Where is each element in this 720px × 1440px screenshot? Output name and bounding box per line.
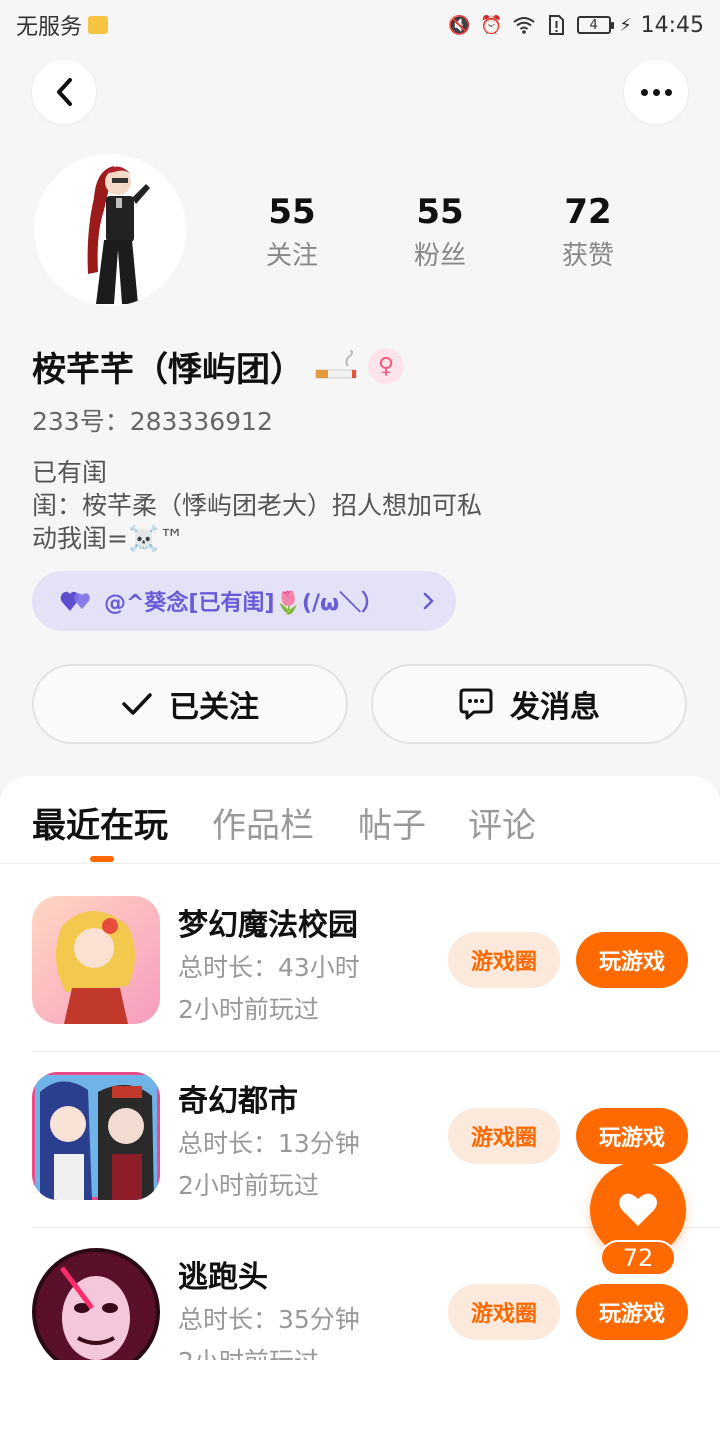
wifi-icon bbox=[512, 14, 535, 36]
content-panel: 最近在玩 作品栏 帖子 评论 梦幻魔法校园 总时长：43小时 2小时前玩过 游戏… bbox=[0, 776, 720, 1440]
username: 桉芊芊（悸屿团） bbox=[32, 349, 304, 390]
female-gender-icon: ♀ bbox=[368, 348, 404, 384]
game-circle-button[interactable]: 游戏圈 bbox=[448, 932, 560, 988]
follow-button-label: 已关注 bbox=[169, 690, 259, 725]
sim-alert-icon bbox=[545, 14, 567, 36]
tab-recently-played[interactable]: 最近在玩 bbox=[32, 798, 168, 847]
chevron-left-icon bbox=[57, 78, 72, 106]
game-duration: 总时长：13分钟 bbox=[178, 1129, 360, 1158]
bio-line: 已有闺 bbox=[32, 458, 108, 487]
tab-comments[interactable]: 评论 bbox=[468, 798, 536, 847]
tab-works[interactable]: 作品栏 bbox=[212, 798, 314, 847]
like-count-badge: 72 bbox=[600, 1240, 676, 1276]
battery-icon: 4 bbox=[576, 16, 614, 34]
play-game-button[interactable]: 玩游戏 bbox=[576, 1284, 688, 1340]
cp-link-pill[interactable]: @^葵念[已有闺]🌷(/ω＼） bbox=[32, 571, 456, 631]
fans-count: 55 bbox=[416, 192, 464, 232]
bio-line: 闺：桉芊柔（悸屿团老大）招人想加可私 bbox=[32, 491, 483, 520]
tab-posts[interactable]: 帖子 bbox=[358, 798, 426, 847]
status-left: 无服务 bbox=[16, 9, 109, 41]
stat-following[interactable]: 55 关注 bbox=[218, 190, 366, 274]
more-dots-icon bbox=[640, 88, 672, 96]
clock-time: 14:45 bbox=[640, 12, 704, 38]
following-count: 55 bbox=[268, 192, 316, 232]
bio-line: 动我闺=☠️™ bbox=[32, 524, 185, 553]
double-heart-icon bbox=[60, 591, 90, 611]
game-list-item[interactable]: 梦幻魔法校园 总时长：43小时 2小时前玩过 游戏圈 玩游戏 bbox=[0, 876, 720, 1052]
sim-card-icon bbox=[88, 16, 109, 34]
game-icon bbox=[32, 896, 160, 1024]
cigarette-badge-icon bbox=[315, 350, 357, 379]
avatar-character-image bbox=[34, 154, 186, 306]
play-game-button[interactable]: 玩游戏 bbox=[576, 1108, 688, 1164]
cp-label: @^葵念[已有闺]🌷(/ω＼） bbox=[104, 591, 384, 616]
chevron-right-icon bbox=[423, 592, 434, 610]
likes-count: 72 bbox=[564, 192, 612, 232]
charging-icon: ⚡ bbox=[619, 14, 632, 36]
game-last-played: 2小时前玩过 bbox=[178, 995, 319, 1024]
more-options-button[interactable] bbox=[624, 60, 688, 124]
carrier-text: 无服务 bbox=[16, 15, 83, 40]
game-title: 奇幻都市 bbox=[178, 1084, 298, 1119]
bottom-blank-area bbox=[0, 1360, 720, 1440]
profile-stats: 55 关注 55 粉丝 72 获赞 bbox=[218, 190, 662, 274]
message-button-label: 发消息 bbox=[510, 690, 600, 725]
play-game-button[interactable]: 玩游戏 bbox=[576, 932, 688, 988]
chat-bubble-icon bbox=[459, 688, 493, 720]
active-tab-indicator bbox=[90, 856, 114, 862]
follow-button[interactable]: 已关注 bbox=[32, 664, 348, 744]
heart-icon bbox=[619, 1193, 657, 1226]
mute-icon: 🔇 bbox=[448, 14, 471, 36]
game-circle-button[interactable]: 游戏圈 bbox=[448, 1108, 560, 1164]
game-circle-button[interactable]: 游戏圈 bbox=[448, 1284, 560, 1340]
bio: 已有闺 闺：桉芊柔（悸屿团老大）招人想加可私 动我闺=☠️™ bbox=[32, 456, 592, 555]
game-duration: 总时长：35分钟 bbox=[178, 1305, 360, 1334]
message-button[interactable]: 发消息 bbox=[371, 664, 687, 744]
user-id: 233号：283336912 bbox=[32, 407, 273, 436]
username-row: 桉芊芊（悸屿团） ♀ bbox=[32, 338, 404, 394]
game-title: 梦幻魔法校园 bbox=[178, 908, 358, 943]
avatar[interactable] bbox=[34, 154, 186, 306]
alarm-icon: ⏰ bbox=[480, 14, 503, 36]
following-label: 关注 bbox=[265, 241, 318, 271]
checkmark-icon bbox=[122, 693, 152, 715]
fans-label: 粉丝 bbox=[413, 241, 466, 271]
game-duration: 总时长：43小时 bbox=[178, 953, 360, 982]
back-button[interactable] bbox=[32, 60, 96, 124]
game-icon bbox=[32, 1248, 160, 1376]
likes-label: 获赞 bbox=[561, 241, 614, 271]
stat-likes[interactable]: 72 获赞 bbox=[514, 190, 662, 274]
game-title: 逃跑头 bbox=[178, 1260, 268, 1295]
game-icon bbox=[32, 1072, 160, 1200]
game-last-played: 2小时前玩过 bbox=[178, 1171, 319, 1200]
profile-tabs: 最近在玩 作品栏 帖子 评论 bbox=[0, 776, 720, 864]
status-right: 🔇 ⏰ 4 ⚡ 14:45 bbox=[448, 12, 704, 38]
status-bar: 无服务 🔇 ⏰ 4 ⚡ 14:45 bbox=[0, 0, 720, 50]
stat-fans[interactable]: 55 粉丝 bbox=[366, 190, 514, 274]
